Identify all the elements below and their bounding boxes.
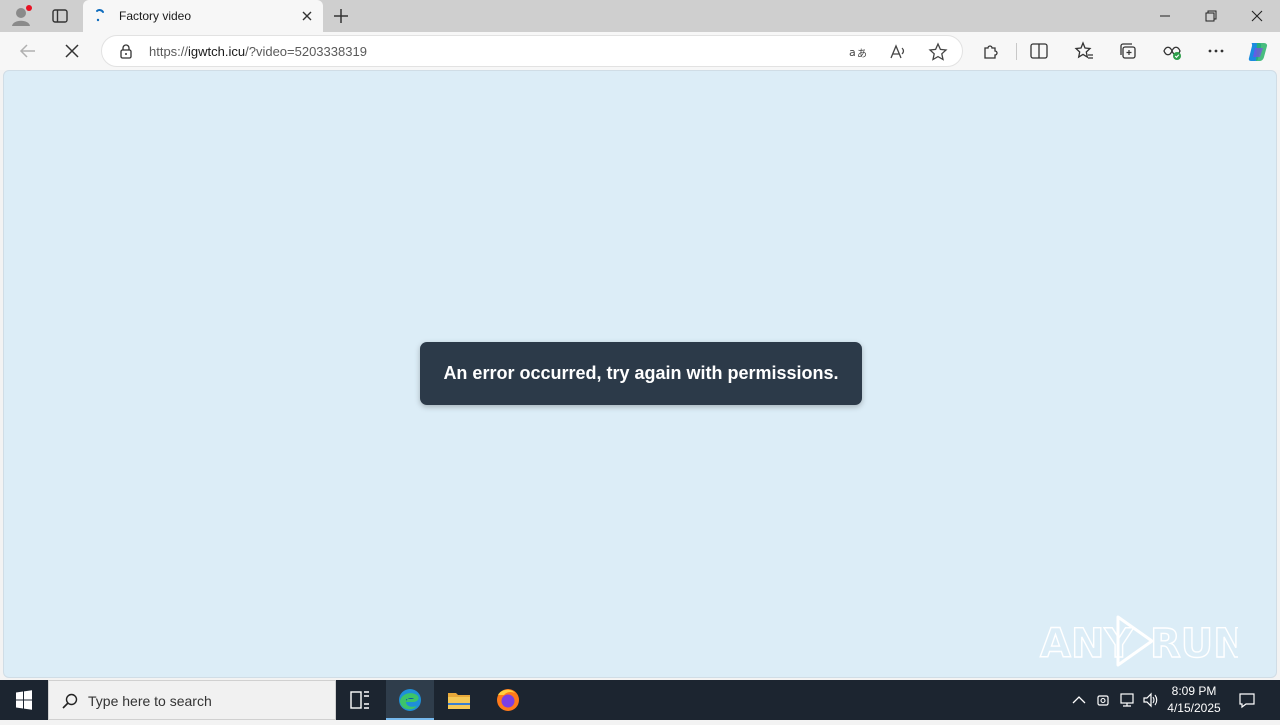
search-placeholder: Type here to search [88, 693, 212, 709]
collections-icon[interactable] [1117, 40, 1139, 62]
meet-now-icon[interactable] [1094, 691, 1112, 709]
translate-icon[interactable]: a あ [848, 42, 868, 62]
tab-close-icon[interactable] [299, 8, 315, 24]
task-view-button[interactable] [336, 680, 384, 720]
folder-icon [448, 693, 470, 709]
taskbar-search-box[interactable]: Type here to search [48, 680, 336, 720]
loading-favicon-icon [93, 8, 107, 24]
address-bar[interactable]: https://igwtch.icu/?video=5203338319 a あ [101, 35, 963, 67]
windows-taskbar: Type here to search 8:09 PM 4/15/2025 [0, 680, 1280, 720]
taskbar-file-explorer-app[interactable] [435, 680, 483, 720]
browser-toolbar: https://igwtch.icu/?video=5203338319 a あ [0, 32, 1280, 70]
anyrun-watermark: ANY RUN [1038, 609, 1247, 673]
favorite-star-icon[interactable] [928, 42, 948, 62]
edge-icon [399, 689, 421, 711]
clock-date: 4/15/2025 [1167, 701, 1221, 715]
favorites-icon[interactable] [1073, 40, 1095, 62]
taskbar-edge-app[interactable] [386, 680, 434, 720]
split-screen-icon[interactable] [1028, 40, 1050, 62]
restore-icon[interactable] [1188, 0, 1234, 32]
notifications-icon[interactable] [1237, 690, 1257, 710]
tab-actions-icon[interactable] [50, 6, 70, 26]
clock-time: 8:09 PM [1171, 684, 1217, 698]
profile-avatar-icon[interactable] [10, 5, 32, 27]
svg-text:あ: あ [857, 48, 867, 60]
volume-icon[interactable] [1142, 691, 1160, 709]
minimize-icon[interactable] [1142, 0, 1188, 32]
watermark-any: ANY [1040, 621, 1134, 667]
network-icon[interactable] [1118, 691, 1136, 709]
extensions-icon[interactable] [980, 40, 1002, 62]
copilot-icon[interactable] [1246, 40, 1268, 62]
firefox-icon [497, 689, 519, 711]
start-button[interactable] [0, 680, 48, 720]
stop-loading-icon[interactable] [61, 40, 83, 62]
toolbar-separator [1016, 43, 1017, 60]
url-path: /?video=5203338319 [245, 44, 367, 59]
browser-essentials-icon[interactable] [1161, 40, 1183, 62]
show-hidden-icons-chevron-up-icon[interactable] [1070, 691, 1088, 709]
tab-active[interactable]: Factory video [83, 0, 323, 32]
url-text[interactable]: https://igwtch.icu/?video=5203338319 [149, 44, 367, 59]
error-message-box: An error occurred, try again with permis… [420, 342, 862, 405]
page-content: An error occurred, try again with permis… [3, 70, 1277, 678]
lock-icon[interactable] [118, 43, 134, 59]
new-tab-icon[interactable] [331, 6, 351, 26]
tab-title: Factory video [119, 9, 192, 23]
error-message-text: An error occurred, try again with permis… [443, 363, 839, 383]
close-window-icon[interactable] [1234, 0, 1280, 32]
search-icon [61, 692, 79, 710]
watermark-run: RUN [1150, 621, 1238, 667]
read-aloud-icon[interactable] [888, 42, 908, 62]
tab-bar: Factory video [0, 0, 1280, 32]
taskbar-clock[interactable]: 8:09 PM 4/15/2025 [1162, 683, 1226, 717]
url-scheme: https:// [149, 44, 189, 59]
back-icon[interactable] [17, 40, 39, 62]
taskbar-firefox-app[interactable] [484, 680, 532, 720]
svg-text:a: a [849, 46, 856, 59]
url-host: igwtch.icu [188, 44, 246, 59]
more-options-icon[interactable] [1205, 40, 1227, 62]
